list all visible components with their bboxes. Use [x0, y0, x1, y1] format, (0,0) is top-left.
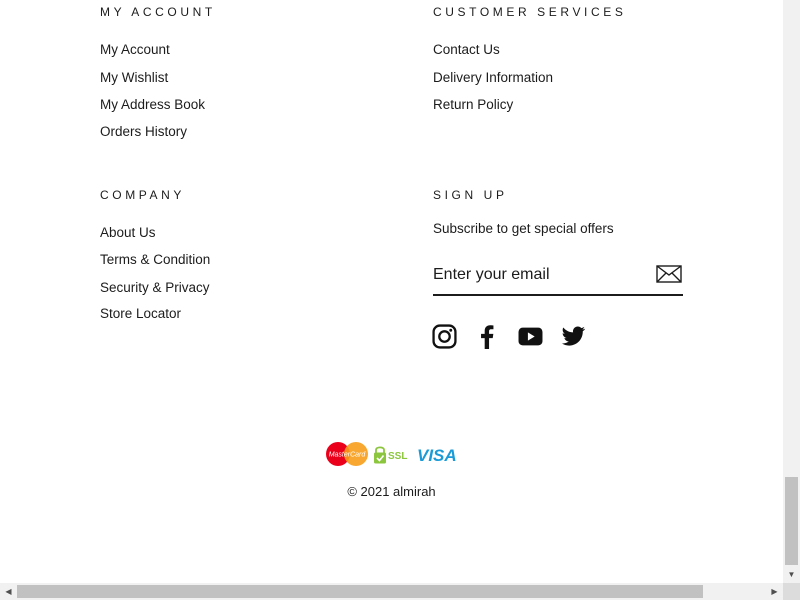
- instagram-icon: [432, 324, 457, 349]
- facebook-link[interactable]: [475, 324, 500, 349]
- visa-text: VISA: [417, 446, 457, 465]
- scroll-right-arrow-icon[interactable]: ▶: [766, 583, 783, 600]
- link-my-wishlist[interactable]: My Wishlist: [100, 69, 168, 87]
- vertical-scroll-thumb[interactable]: [785, 477, 798, 565]
- link-terms-condition[interactable]: Terms & Condition: [100, 251, 210, 269]
- link-return-policy[interactable]: Return Policy: [433, 96, 513, 114]
- envelope-icon: [656, 264, 682, 283]
- vertical-scrollbar[interactable]: ▼: [783, 0, 800, 583]
- signup-heading: SIGN UP: [433, 188, 508, 202]
- link-orders-history[interactable]: Orders History: [100, 123, 187, 141]
- scroll-down-arrow-icon[interactable]: ▼: [783, 566, 800, 583]
- mastercard-text: MasterCard: [329, 452, 367, 459]
- youtube-link[interactable]: [518, 324, 543, 349]
- subscribe-button[interactable]: [655, 264, 683, 286]
- signup-subtext: Subscribe to get special offers: [433, 221, 614, 236]
- email-input[interactable]: [433, 262, 643, 288]
- my-account-section: MY ACCOUNT My Account My Wishlist My Add…: [100, 5, 216, 139]
- instagram-link[interactable]: [432, 324, 457, 349]
- scroll-left-arrow-icon[interactable]: ◀: [0, 583, 17, 600]
- ssl-badge: SSL: [374, 446, 407, 464]
- newsletter-form: [433, 258, 683, 296]
- payment-methods: MasterCard SSL VISA: [326, 440, 458, 468]
- my-account-heading: MY ACCOUNT: [100, 5, 216, 19]
- twitter-icon: [561, 326, 586, 346]
- signup-section: SIGN UP Subscribe to get special offers: [433, 188, 614, 236]
- link-about-us[interactable]: About Us: [100, 224, 156, 242]
- link-store-locator[interactable]: Store Locator: [100, 305, 181, 323]
- copyright-text: © 2021 almirah: [347, 484, 436, 499]
- link-delivery-information[interactable]: Delivery Information: [433, 69, 553, 87]
- youtube-icon: [518, 327, 543, 346]
- company-section: COMPANY About Us Terms & Condition Secur…: [100, 188, 210, 321]
- ssl-text: SSL: [388, 451, 407, 462]
- link-contact-us[interactable]: Contact Us: [433, 41, 500, 59]
- facebook-icon: [481, 325, 494, 349]
- link-security-privacy[interactable]: Security & Privacy: [100, 279, 210, 297]
- scrollbar-corner: [783, 583, 800, 600]
- link-my-account[interactable]: My Account: [100, 41, 170, 59]
- customer-services-heading: CUSTOMER SERVICES: [433, 5, 627, 19]
- company-heading: COMPANY: [100, 188, 185, 202]
- twitter-link[interactable]: [561, 324, 586, 349]
- horizontal-scrollbar[interactable]: ◀ ▶: [0, 583, 783, 600]
- visa-logo: VISA: [417, 446, 457, 465]
- social-links: [432, 324, 586, 349]
- link-my-address-book[interactable]: My Address Book: [100, 96, 205, 114]
- customer-services-section: CUSTOMER SERVICES Contact Us Delivery In…: [433, 5, 627, 112]
- footer-page: MY ACCOUNT My Account My Wishlist My Add…: [0, 0, 783, 583]
- mastercard-logo: MasterCard: [326, 442, 368, 466]
- horizontal-scroll-thumb[interactable]: [17, 585, 703, 598]
